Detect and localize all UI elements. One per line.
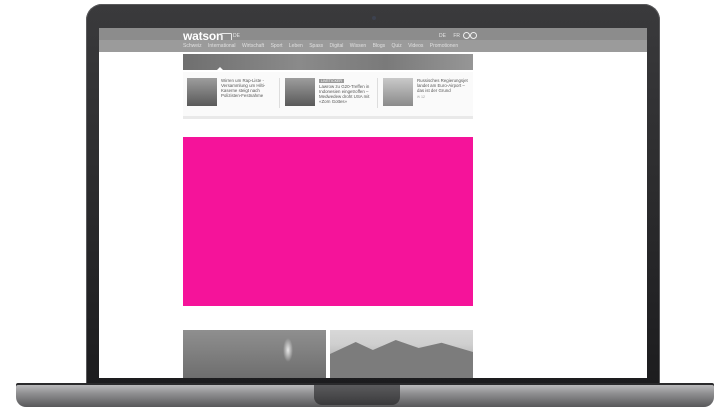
- mountain-silhouette: [330, 340, 473, 378]
- nav-item-international[interactable]: International: [208, 43, 236, 49]
- teaser-title[interactable]: Russisches Regierungsjet landet am Euro-…: [417, 78, 473, 93]
- teaser-card[interactable]: Wirren um Rap-Liste - Versammlung um Hil…: [183, 76, 277, 110]
- lang-fr-link[interactable]: FR: [453, 33, 460, 39]
- user-icon[interactable]: [470, 32, 477, 39]
- nav-item-promotionen[interactable]: Promotionen: [430, 43, 458, 49]
- search-icon[interactable]: [463, 32, 470, 39]
- teaser-row: Wirren um Rap-Liste - Versammlung um Hil…: [183, 72, 473, 119]
- laptop-notch: [314, 385, 400, 405]
- hero-image-strip[interactable]: [183, 54, 473, 70]
- browser-screen: watson DE DE FR Schweiz International Wi…: [99, 28, 647, 378]
- nav-item-videos[interactable]: Videos: [408, 43, 423, 49]
- nav-item-wissen[interactable]: Wissen: [350, 43, 366, 49]
- nav-item-digital[interactable]: Digital: [330, 43, 344, 49]
- teaser-card[interactable]: Russisches Regierungsjet landet am Euro-…: [379, 76, 473, 110]
- camera-dot: [372, 16, 376, 20]
- nav-item-blogs[interactable]: Blogs: [373, 43, 386, 49]
- nav-item-sport[interactable]: Sport: [271, 43, 283, 49]
- nav-item-quiz[interactable]: Quiz: [392, 43, 402, 49]
- teaser-divider: [279, 78, 280, 108]
- live-tag: LIVETICKER: [319, 79, 344, 83]
- nav-item-schweiz[interactable]: Schweiz: [183, 43, 202, 49]
- hero-pointer: [216, 67, 224, 71]
- language-switcher: DE FR: [439, 33, 466, 39]
- language-label: DE: [233, 33, 240, 39]
- teaser-text: Russisches Regierungsjet landet am Euro-…: [417, 78, 473, 100]
- ad-placeholder[interactable]: [183, 137, 473, 306]
- teaser-text: LIVETICKER Lawrow zu G20-Treffen in Indo…: [319, 78, 375, 104]
- nav-item-spass[interactable]: Spass: [309, 43, 323, 49]
- nav-item-wirtschaft[interactable]: Wirtschaft: [242, 43, 264, 49]
- teaser-divider: [377, 78, 378, 108]
- smoke-plume: [283, 338, 293, 362]
- comment-count: ✉ 12: [417, 95, 426, 99]
- main-nav: Schweiz International Wirtschaft Sport L…: [99, 40, 647, 52]
- teaser-thumbnail[interactable]: [285, 78, 315, 106]
- teaser-title[interactable]: Lawrow zu G20-Treffen in Indonesien eing…: [319, 84, 375, 104]
- teaser-title[interactable]: Wirren um Rap-Liste - Versammlung um Hil…: [221, 78, 277, 98]
- nav-item-leben[interactable]: Leben: [289, 43, 303, 49]
- article-image[interactable]: [183, 330, 326, 378]
- teaser-card[interactable]: LIVETICKER Lawrow zu G20-Treffen in Indo…: [281, 76, 375, 110]
- teaser-thumbnail[interactable]: [383, 78, 413, 106]
- article-image[interactable]: [330, 330, 473, 378]
- teaser-thumbnail[interactable]: [187, 78, 217, 106]
- lang-de-link[interactable]: DE: [439, 33, 446, 39]
